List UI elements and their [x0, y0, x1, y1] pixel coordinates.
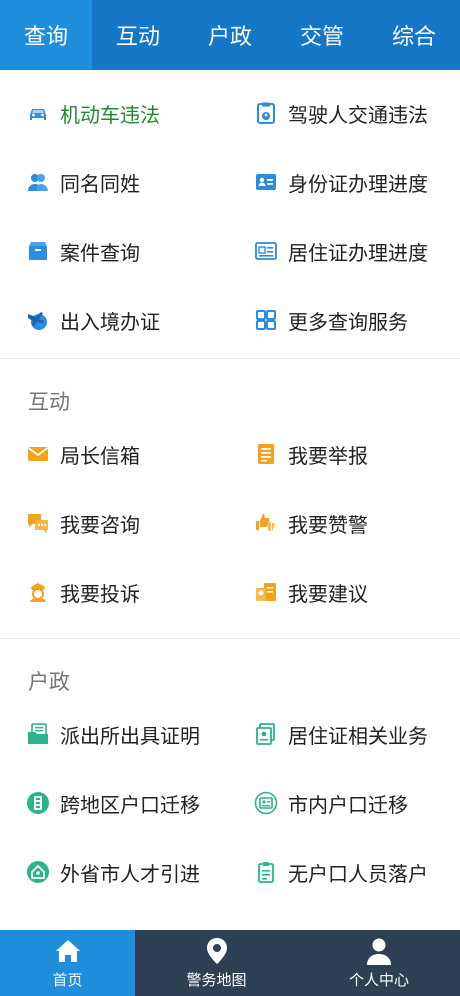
household-item-label: 市内户口迁移 [288, 792, 408, 817]
nav-home-label: 首页 [52, 971, 83, 989]
query-item-label: 同名同姓 [60, 171, 140, 196]
home-icon [53, 936, 83, 966]
envelope-icon [26, 442, 50, 466]
query-item-id-card-progress[interactable]: 身份证办理进度 [254, 162, 428, 202]
chat-icon [26, 511, 50, 535]
section-title-interact: 互动 [28, 390, 70, 414]
badge-circle-icon [254, 791, 278, 815]
section-divider [0, 358, 460, 359]
query-item-label: 出入境办证 [60, 309, 160, 334]
card-stack-icon [254, 722, 278, 746]
interact-item-complaint[interactable]: 我要投诉 [26, 572, 140, 612]
nav-personal-center[interactable]: 个人中心 [298, 930, 460, 996]
interact-item-label: 我要赞警 [288, 512, 368, 537]
household-item-label: 无户口人员落户 [288, 861, 428, 886]
user-icon [364, 936, 394, 966]
residence-card-icon [254, 239, 278, 263]
household-item-station-certificate[interactable]: 派出所出具证明 [26, 714, 200, 754]
interact-item-consult[interactable]: 我要咨询 [26, 503, 140, 543]
query-item-label: 身份证办理进度 [288, 171, 428, 196]
query-item-more-services[interactable]: 更多查询服务 [254, 300, 408, 340]
license-clipboard-icon [254, 101, 278, 125]
query-item-vehicle-violation[interactable]: 机动车违法 [26, 93, 160, 133]
household-item-label: 居住证相关业务 [288, 723, 428, 748]
query-item-driver-violation[interactable]: 驾驶人交通违法 [254, 93, 428, 133]
tab-traffic[interactable]: 交管 [276, 0, 368, 70]
query-item-exit-entry[interactable]: 出入境办证 [26, 300, 160, 340]
box-icon [26, 239, 50, 263]
top-tab-bar: 查询 互动 户政 交管 综合 [0, 0, 460, 70]
id-card-icon [254, 170, 278, 194]
interact-item-label: 我要咨询 [60, 512, 140, 537]
plane-globe-icon [26, 308, 50, 332]
interact-item-director-mailbox[interactable]: 局长信箱 [26, 434, 140, 474]
household-item-unregistered-settle[interactable]: 无户口人员落户 [254, 852, 428, 892]
interact-item-suggest[interactable]: 我要建议 [254, 572, 368, 612]
car-icon [26, 101, 50, 125]
household-item-label: 外省市人才引进 [60, 861, 200, 886]
section-title-household: 户政 [28, 670, 70, 694]
tab-interact[interactable]: 互动 [92, 0, 184, 70]
police-officer-icon [26, 580, 50, 604]
nav-home[interactable]: 首页 [0, 930, 135, 996]
query-item-label: 居住证办理进度 [288, 240, 428, 265]
tab-household[interactable]: 户政 [184, 0, 276, 70]
query-item-same-name[interactable]: 同名同姓 [26, 162, 140, 202]
tab-general[interactable]: 综合 [368, 0, 460, 70]
document-icon [254, 442, 278, 466]
interact-item-label: 我要举报 [288, 443, 368, 468]
bottom-nav: 首页 警务地图 个人中心 [0, 930, 460, 996]
nav-police-map-label: 警务地图 [186, 971, 247, 989]
household-item-label: 派出所出具证明 [60, 723, 200, 748]
household-item-label: 跨地区户口迁移 [60, 792, 200, 817]
nav-police-map[interactable]: 警务地图 [135, 930, 298, 996]
house-circle-icon [26, 860, 50, 884]
household-item-city-transfer[interactable]: 市内户口迁移 [254, 783, 408, 823]
clipboard-list-icon [254, 860, 278, 884]
household-item-talent-introduction[interactable]: 外省市人才引进 [26, 852, 200, 892]
household-item-residence-business[interactable]: 居住证相关业务 [254, 714, 428, 754]
interact-item-label: 我要建议 [288, 581, 368, 606]
interact-item-praise[interactable]: 我要赞警 [254, 503, 368, 543]
section-divider [0, 638, 460, 639]
household-item-cross-region-transfer[interactable]: 跨地区户口迁移 [26, 783, 200, 823]
interact-item-label: 局长信箱 [60, 443, 140, 468]
query-item-label: 更多查询服务 [288, 309, 408, 334]
people-icon [26, 170, 50, 194]
query-item-label: 机动车违法 [60, 102, 160, 127]
tab-query[interactable]: 查询 [0, 0, 92, 70]
folder-doc-icon [26, 722, 50, 746]
query-item-label: 驾驶人交通违法 [288, 102, 428, 127]
query-item-label: 案件查询 [60, 240, 140, 265]
grid-icon [254, 308, 278, 332]
lightbulb-doc-icon [254, 580, 278, 604]
query-item-residence-permit-progress[interactable]: 居住证办理进度 [254, 231, 428, 271]
map-pin-icon [202, 936, 232, 966]
interact-item-label: 我要投诉 [60, 581, 140, 606]
thumbs-icon [254, 511, 278, 535]
nav-personal-center-label: 个人中心 [348, 971, 409, 989]
query-item-case-query[interactable]: 案件查询 [26, 231, 140, 271]
interact-item-report[interactable]: 我要举报 [254, 434, 368, 474]
building-circle-icon [26, 791, 50, 815]
